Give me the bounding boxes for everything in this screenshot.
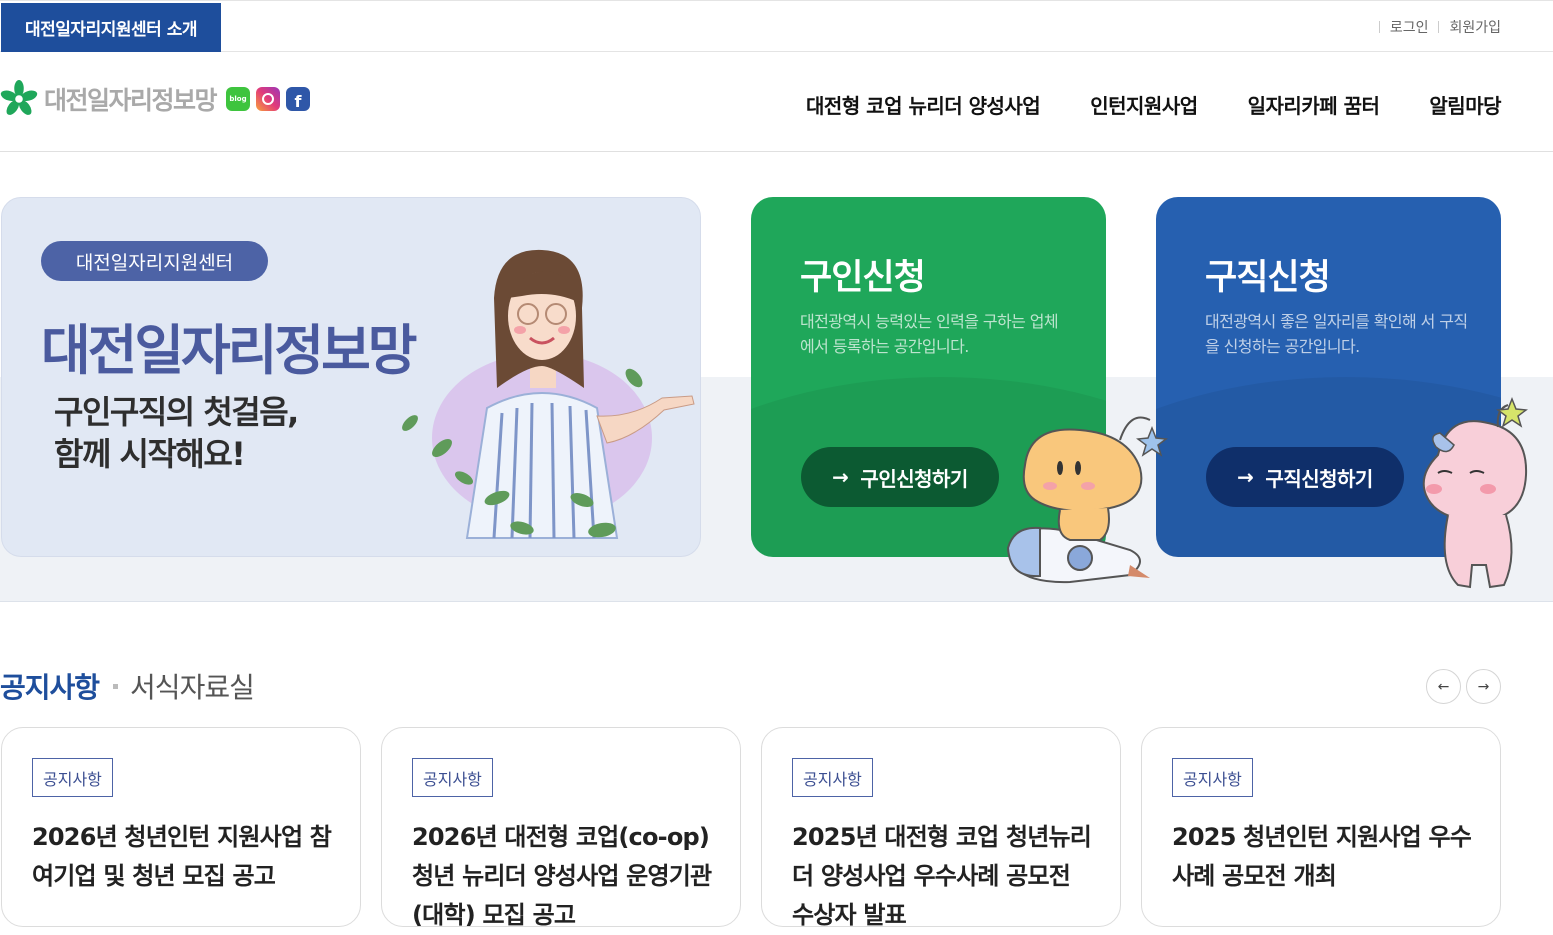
hero-subtitle-line1: 구인구직의 첫걸음, [54,393,299,431]
notice-card[interactable]: 공지사항 2026년 청년인턴 지원사업 참여기업 및 청년 모집 공고 [1,727,361,927]
nav-item-notice[interactable]: 알림마당 [1429,90,1501,119]
job-offer-title: 구인신청 [800,258,926,298]
site-logo[interactable]: 대전일자리정보망 blog f [0,80,311,118]
job-offer-description: 대전광역시 능력있는 인력을 구하는 업체에서 등록하는 공간입니다. [800,312,1059,356]
job-seek-description: 대전광역시 좋은 일자리를 확인해 서 구직을 신청하는 공간입니다. [1205,312,1468,356]
hero-title: 대전일자리정보망 [41,319,417,382]
hero-subtitle-line2: 함께 시작해요! [54,435,246,473]
login-link[interactable]: 로그인 [1390,17,1429,37]
sns-links: blog f [226,87,311,111]
divider [1378,21,1380,33]
hero-woman-illustration [402,249,695,539]
notice-card[interactable]: 공지사항 2026년 대전형 코업(co-op) 청년 뉴리더 양성사업 운영기… [381,727,741,929]
notice-title: 2025년 대전형 코업 청년뉴리더 양성사업 우수사례 공모전 수상자 발표 [792,823,1092,929]
notice-tag: 공지사항 [792,758,873,797]
notice-tag: 공지사항 [1172,758,1253,797]
notice-tag: 공지사항 [32,758,113,797]
join-link[interactable]: 회원가입 [1449,17,1501,37]
divider [1438,21,1440,33]
nav-item-intern[interactable]: 인턴지원사업 [1090,90,1198,119]
tab-divider [113,683,119,689]
logo-text: 대전일자리정보망 [44,86,218,115]
instagram-icon[interactable] [256,87,281,111]
site-header: 대전일자리정보망 blog f 대전형 코업 뉴리더 양성사업 인턴지원사업 일… [0,52,1553,152]
nav-item-cafe[interactable]: 일자리카페 꿈터 [1248,90,1380,119]
job-seek-button[interactable]: → 구직신청하기 [1206,447,1404,507]
notice-title: 2025 청년인턴 지원사업 우수사례 공모전 개최 [1172,823,1472,890]
utility-links: 로그인 회원가입 [1369,17,1501,37]
logo-star-icon [0,80,38,115]
arrow-right-icon[interactable]: → [1466,669,1501,704]
notice-tag: 공지사항 [412,758,493,797]
main-nav: 대전형 코업 뉴리더 양성사업 인턴지원사업 일자리카페 꿈터 알림마당 [806,90,1501,119]
notice-section-header: 공지사항 서식자료실 [0,666,255,706]
tab-notice[interactable]: 공지사항 [0,666,100,706]
top-bar: 대전일자리지원센터 소개 로그인 회원가입 [0,0,1553,52]
job-seek-button-label: 구직신청하기 [1265,466,1373,491]
notice-card[interactable]: 공지사항 2025 청년인턴 지원사업 우수사례 공모전 개최 [1141,727,1501,927]
job-offer-button-label: 구인신청하기 [860,466,968,491]
blog-icon[interactable]: blog [226,87,251,111]
orange-mascot-illustration [1006,416,1168,584]
job-offer-button[interactable]: → 구인신청하기 [801,447,999,507]
nav-item-coop[interactable]: 대전형 코업 뉴리더 양성사업 [806,90,1041,119]
center-intro-tab[interactable]: 대전일자리지원센터 소개 [1,3,221,52]
notice-title: 2026년 대전형 코업(co-op) 청년 뉴리더 양성사업 운영기관(대학)… [412,823,712,929]
notice-card[interactable]: 공지사항 2025년 대전형 코업 청년뉴리더 양성사업 우수사례 공모전 수상… [761,727,1121,929]
hero-subtitle: 구인구직의 첫걸음, 함께 시작해요! [54,391,299,475]
tab-forms[interactable]: 서식자료실 [130,666,255,706]
hero-banner: 대전일자리지원센터 대전일자리정보망 구인구직의 첫걸음, 함께 시작해요! [1,197,701,557]
facebook-icon[interactable]: f [286,87,311,111]
arrow-left-icon[interactable]: ← [1426,669,1461,704]
pink-mascot-illustration [1422,396,1528,589]
hero-pill: 대전일자리지원센터 [41,241,268,281]
notice-title: 2026년 청년인턴 지원사업 참여기업 및 청년 모집 공고 [32,823,332,890]
arrow-right-icon: → [832,465,849,489]
job-seek-title: 구직신청 [1205,258,1331,298]
carousel-controls: ← → [1426,669,1501,704]
arrow-right-icon: → [1237,465,1254,489]
